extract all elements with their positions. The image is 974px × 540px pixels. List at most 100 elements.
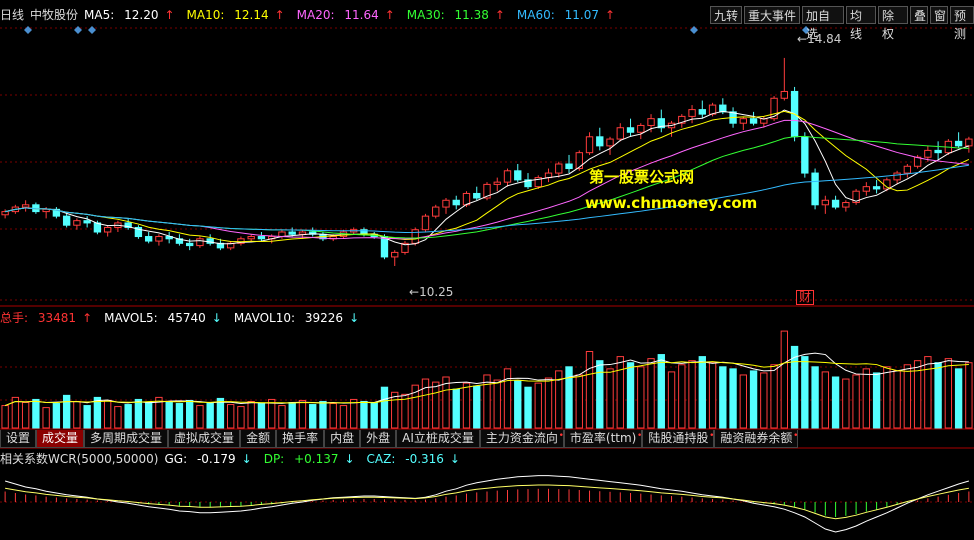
indicator-tab-6[interactable]: 内盘 <box>324 430 361 448</box>
moving-average-button[interactable]: 均线 <box>846 6 876 41</box>
volume-bar <box>380 386 389 429</box>
candle-body <box>862 186 871 192</box>
signal-diamond-icon <box>690 26 698 34</box>
volume-bar <box>585 351 594 429</box>
indicator-tab-0[interactable]: 设置 <box>0 430 37 448</box>
volume-bar <box>298 399 307 429</box>
candle-body <box>924 149 932 158</box>
volume-bar <box>534 382 542 429</box>
volume-bar <box>801 356 809 429</box>
indicator-tab-10[interactable]: 市盈率(ttm) • <box>563 430 643 448</box>
financial-report-marker[interactable]: 财 <box>796 290 815 305</box>
volume-bar <box>903 364 912 429</box>
gg-label: GG: <box>164 452 188 466</box>
volume-bar <box>719 366 727 429</box>
candle-body <box>380 236 389 258</box>
volume-bar <box>114 406 122 429</box>
caz-label: CAZ: <box>366 452 396 466</box>
window-button[interactable]: 窗 <box>930 6 948 24</box>
indicator-header: 相关系数WCR(5000,50000) GG: -0.179 ↓ DP: +0.137… <box>0 450 472 468</box>
ma10-line <box>5 110 970 243</box>
volume-bar <box>944 358 953 429</box>
volume-bar <box>626 362 635 429</box>
indicator-tab-label: 陆股通持股 <box>648 431 709 445</box>
signal-diamond-icon <box>24 26 32 34</box>
candle-body <box>257 236 266 240</box>
volume-bar <box>739 374 747 429</box>
volume-bar <box>688 360 696 429</box>
indicator-tab-label: 换手率 <box>282 431 319 445</box>
signal-diamond-icon <box>88 26 96 34</box>
volume-bar <box>206 402 214 429</box>
indicator-tab-1[interactable]: 成交量 <box>36 430 85 448</box>
ma10-value: 12.14 <box>234 8 269 22</box>
indicator-tab-label: 金额 <box>246 431 271 445</box>
volume-bar <box>544 377 553 429</box>
ma30-value: 11.38 <box>454 8 489 22</box>
mavol10-value: 39226 <box>304 311 344 325</box>
overlay-button[interactable]: 叠 <box>910 6 928 24</box>
volume-bar <box>842 378 850 429</box>
volume-bar <box>42 407 50 429</box>
volume-bar <box>73 400 81 429</box>
volume-bar <box>965 362 973 429</box>
volume-bar <box>678 364 686 429</box>
volume-arrow-icon: ↑ <box>82 311 93 325</box>
candle-body <box>103 226 112 233</box>
indicator-tab-bar: 设置 成交量 多周期成交量 虚拟成交量 金额 换手率 内盘 外盘 AI立桩成交量 主力资金流向 • 市… <box>0 430 799 448</box>
indicator-tab-9[interactable]: 主力资金流向 • <box>479 430 564 448</box>
add-watchlist-button[interactable]: 加自选 <box>802 6 844 41</box>
candle-body <box>903 165 912 174</box>
volume-bar <box>134 398 143 429</box>
volume-bar <box>247 400 255 429</box>
ma20-arrow-icon: ↑ <box>384 8 395 22</box>
candle-body <box>893 172 901 181</box>
volume-bar <box>21 402 30 429</box>
volume-bar <box>309 404 317 429</box>
volume-bar <box>729 368 737 429</box>
indicator-tab-7[interactable]: 外盘 <box>360 430 397 448</box>
volume-bar <box>329 403 337 429</box>
volume-bar <box>811 366 819 429</box>
volume-bar <box>83 405 91 429</box>
candle-body <box>688 109 696 117</box>
candle-body <box>811 172 819 206</box>
forecast-button[interactable]: 预测 <box>950 6 974 41</box>
indicator-tab-4[interactable]: 金额 <box>240 430 277 448</box>
jiuzhuan-button[interactable]: 九转 <box>710 6 742 24</box>
volume-bar <box>32 398 40 429</box>
candle-body <box>831 199 840 208</box>
indicator-tab-3[interactable]: 虚拟成交量 <box>168 430 241 448</box>
candle-body <box>247 236 255 240</box>
indicator-tab-12[interactable]: 融资融券余额 • <box>714 430 799 448</box>
candle-body <box>144 236 153 242</box>
volume-bar <box>216 397 225 429</box>
volume-value: 33481 <box>37 311 77 325</box>
mavol10-arrow-icon: ↓ <box>349 311 360 325</box>
ex-rights-button[interactable]: 除权 <box>878 6 908 41</box>
watermark-title: 第一股票公式网 <box>589 168 695 186</box>
volume-bar <box>637 366 645 429</box>
stock-name: 中牧股份 <box>30 8 79 22</box>
stock-chart-window: 日线 中牧股份 MA5: 12.20 ↑ MA10: 12.14 ↑ MA20: 11.64… <box>0 0 974 540</box>
indicator-tab-11[interactable]: 陆股通持股 • <box>642 430 715 448</box>
candle-body <box>421 215 430 231</box>
volume-bar <box>708 362 717 429</box>
candle-body <box>749 118 758 124</box>
indicator-tab-8[interactable]: AI立桩成交量 <box>396 430 480 448</box>
candle-body <box>452 199 460 206</box>
candle-body <box>585 136 594 154</box>
new-badge-icon: • <box>793 431 799 441</box>
candle-body <box>185 242 194 247</box>
volume-bar <box>257 403 266 429</box>
main-chart-header: 日线 中牧股份 MA5: 12.20 ↑ MA10: 12.14 ↑ MA20: 11.64… <box>0 6 627 24</box>
candle-body <box>298 231 307 235</box>
volume-bar <box>278 405 286 429</box>
volume-bar <box>770 364 778 429</box>
indicator-tab-2[interactable]: 多周期成交量 <box>84 430 169 448</box>
indicator-tab-5[interactable]: 换手率 <box>276 430 325 448</box>
major-events-button[interactable]: 重大事件 <box>744 6 800 24</box>
volume-bar <box>831 376 840 429</box>
volume-bar <box>616 356 624 429</box>
signal-diamond-icon <box>74 26 82 34</box>
